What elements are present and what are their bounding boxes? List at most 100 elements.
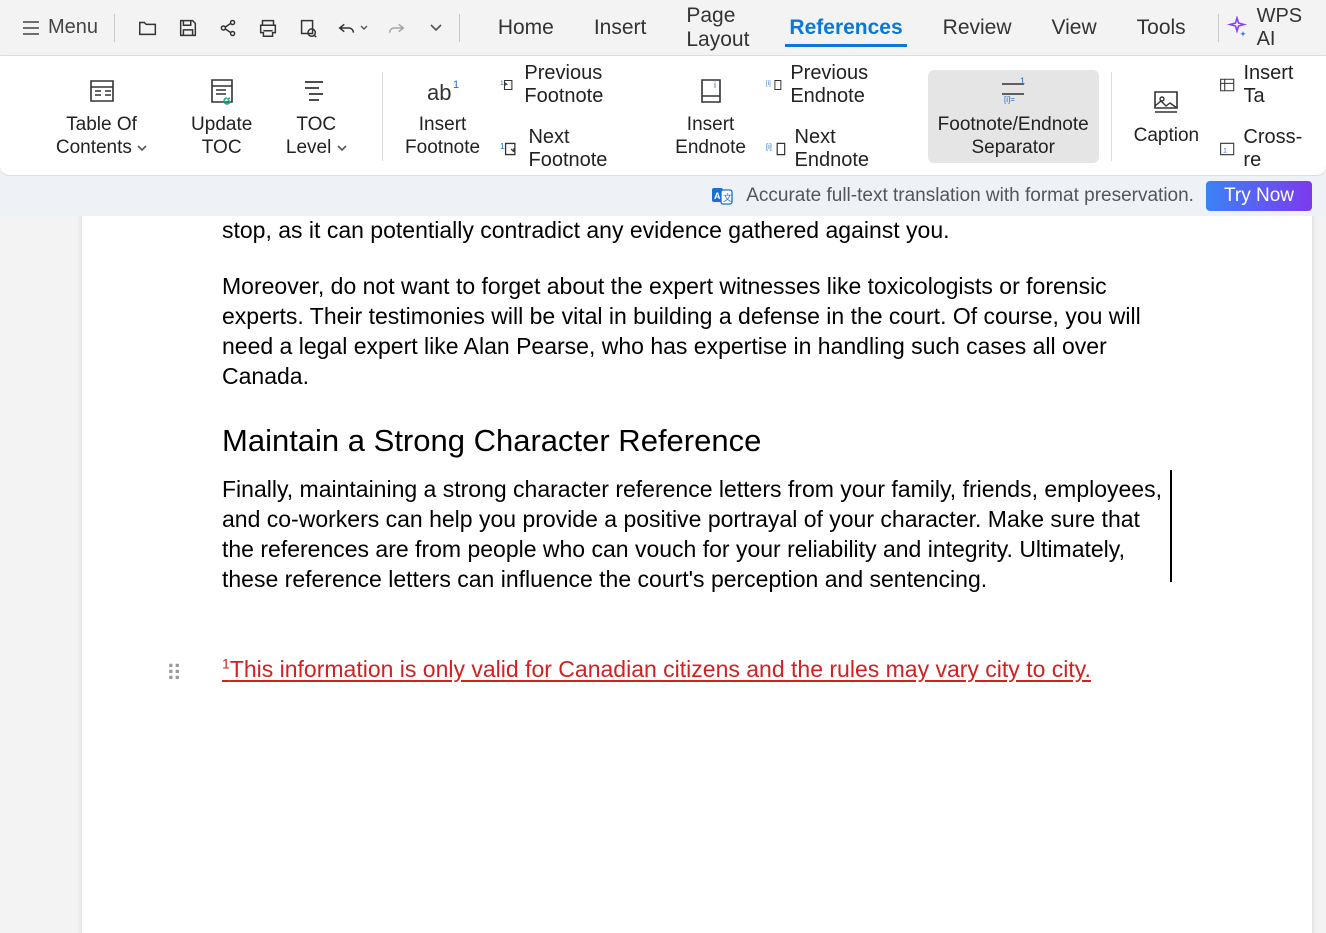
insert-footnote-button[interactable]: ab1 InsertFootnote xyxy=(395,70,490,164)
insert-endnote-icon: i xyxy=(696,74,726,108)
ribbon-tabs: Home Insert Page Layout References Revie… xyxy=(494,4,1190,52)
footnote-block[interactable]: ⠿ 1This information is only valid for Ca… xyxy=(222,655,1172,683)
cross-reference-button[interactable]: 1 Cross-re xyxy=(1209,120,1316,178)
cross-reference-icon: 1 xyxy=(1219,140,1235,158)
insert-table-figures-button[interactable]: Insert Ta xyxy=(1209,56,1316,114)
ribbon-group-toc: Table Of Contents UpdateTOC TOC Level xyxy=(14,62,378,171)
table-of-contents-button[interactable]: Table Of Contents xyxy=(22,70,181,164)
ribbon-group-footnotes: ab1 InsertFootnote 1 Previous Footnote 1… xyxy=(387,62,1107,171)
tab-insert[interactable]: Insert xyxy=(590,16,651,40)
separator-l2: Separator xyxy=(971,137,1054,158)
wps-ai-button[interactable]: WPS AI xyxy=(1225,5,1314,51)
update-toc-l1: Update xyxy=(191,114,252,135)
footnote-text[interactable]: This information is only valid for Canad… xyxy=(230,656,1091,682)
print-preview-icon xyxy=(297,17,319,39)
previous-footnote-button[interactable]: 1 Previous Footnote xyxy=(490,56,655,114)
sparkle-icon xyxy=(1225,16,1249,40)
print-icon xyxy=(257,17,279,39)
next-footnote-button[interactable]: 1 Next Footnote xyxy=(490,120,655,178)
save-icon xyxy=(177,17,199,39)
print-preview-button[interactable] xyxy=(291,11,325,45)
undo-button[interactable] xyxy=(331,11,373,45)
chevron-down-icon xyxy=(360,24,368,32)
qat-more-button[interactable] xyxy=(419,11,453,45)
menu-label: Menu xyxy=(48,16,98,39)
translate-icon: A文 xyxy=(710,184,734,208)
tab-page-layout[interactable]: Page Layout xyxy=(682,4,753,52)
separator xyxy=(1218,14,1219,42)
menu-button[interactable]: Menu xyxy=(12,12,108,43)
svg-text:i: i xyxy=(714,80,716,90)
redo-button[interactable] xyxy=(379,11,413,45)
prev-footnote-icon: 1 xyxy=(500,75,516,95)
title-bar: Menu Home Insert Page Layou xyxy=(0,0,1326,56)
svg-text:A: A xyxy=(714,191,721,201)
previous-endnote-button[interactable]: [i] Previous Endnote xyxy=(756,56,918,114)
separator-l1: Footnote/Endnote xyxy=(938,114,1089,135)
redo-icon xyxy=(385,17,407,39)
tab-tools[interactable]: Tools xyxy=(1133,16,1190,40)
insert-ta-icon xyxy=(1219,76,1235,94)
hamburger-icon xyxy=(22,19,40,37)
prev-endnote-icon: [i] xyxy=(766,75,782,95)
chevron-down-icon xyxy=(429,21,443,35)
paragraph[interactable]: Finally, maintaining a strong character … xyxy=(222,475,1172,595)
prev-footnote-label: Previous Footnote xyxy=(524,62,645,108)
separator xyxy=(114,14,115,42)
print-button[interactable] xyxy=(251,11,285,45)
insert-footnote-l2: Footnote xyxy=(405,137,480,158)
svg-text:文: 文 xyxy=(723,192,732,203)
caption-icon xyxy=(1151,85,1181,119)
insert-footnote-icon: ab1 xyxy=(423,74,463,108)
try-now-button[interactable]: Try Now xyxy=(1206,181,1312,211)
document-page[interactable]: stop, as it can potentially contradict a… xyxy=(82,216,1312,933)
separator xyxy=(382,72,383,161)
next-footnote-icon: 1 xyxy=(500,139,520,159)
translation-info-bar: A文 Accurate full-text translation with f… xyxy=(0,176,1326,216)
toc-level-button[interactable]: TOC Level xyxy=(262,70,370,164)
next-endnote-button[interactable]: [i] Next Endnote xyxy=(756,120,918,178)
svg-text:1: 1 xyxy=(500,141,505,151)
drag-handle-icon[interactable]: ⠿ xyxy=(166,661,182,687)
next-endnote-label: Next Endnote xyxy=(795,126,908,172)
svg-text:1: 1 xyxy=(453,79,459,91)
tab-review[interactable]: Review xyxy=(939,16,1016,40)
separator-icon: 1[i]= xyxy=(996,74,1030,108)
update-toc-l2: TOC xyxy=(202,137,242,158)
footnote-endnote-separator-button[interactable]: 1[i]= Footnote/EndnoteSeparator xyxy=(928,70,1099,164)
paragraph[interactable]: Moreover, do not want to forget about th… xyxy=(222,272,1172,392)
prev-endnote-label: Previous Endnote xyxy=(790,62,907,108)
insert-footnote-l1: Insert xyxy=(419,114,467,135)
paragraph[interactable]: stop, as it can potentially contradict a… xyxy=(222,216,1172,246)
page-content: stop, as it can potentially contradict a… xyxy=(82,216,1312,743)
heading[interactable]: Maintain a Strong Character Reference xyxy=(222,423,1172,459)
toc-label: Table Of Contents xyxy=(56,114,137,158)
paragraph-text: Finally, maintaining a strong character … xyxy=(222,476,1162,592)
open-button[interactable] xyxy=(131,11,165,45)
separator xyxy=(1111,72,1112,161)
separator xyxy=(459,14,460,42)
cross-reference-label: Cross-re xyxy=(1243,126,1306,172)
toc-level-icon xyxy=(301,74,331,108)
next-footnote-label: Next Footnote xyxy=(528,126,645,172)
insert-endnote-button[interactable]: i InsertEndnote xyxy=(665,70,756,164)
caption-button[interactable]: Caption xyxy=(1124,81,1210,152)
insert-ta-label: Insert Ta xyxy=(1243,62,1306,108)
toc-icon xyxy=(87,74,117,108)
wps-ai-label: WPS AI xyxy=(1257,5,1314,51)
tab-view[interactable]: View xyxy=(1048,16,1101,40)
insert-endnote-l2: Endnote xyxy=(675,137,746,158)
tab-home[interactable]: Home xyxy=(494,16,558,40)
document-area[interactable]: stop, as it can potentially contradict a… xyxy=(0,216,1326,933)
text-cursor xyxy=(1168,470,1172,582)
svg-text:[i]=: [i]= xyxy=(1004,95,1015,104)
ribbon: Table Of Contents UpdateTOC TOC Level ab… xyxy=(0,56,1326,176)
svg-text:1: 1 xyxy=(1223,147,1227,154)
update-toc-button[interactable]: UpdateTOC xyxy=(181,70,262,164)
save-button[interactable] xyxy=(171,11,205,45)
folder-open-icon xyxy=(137,17,159,39)
share-button[interactable] xyxy=(211,11,245,45)
footnote-number: 1 xyxy=(222,655,230,671)
tab-references[interactable]: References xyxy=(785,16,906,47)
svg-text:ab: ab xyxy=(427,80,451,105)
